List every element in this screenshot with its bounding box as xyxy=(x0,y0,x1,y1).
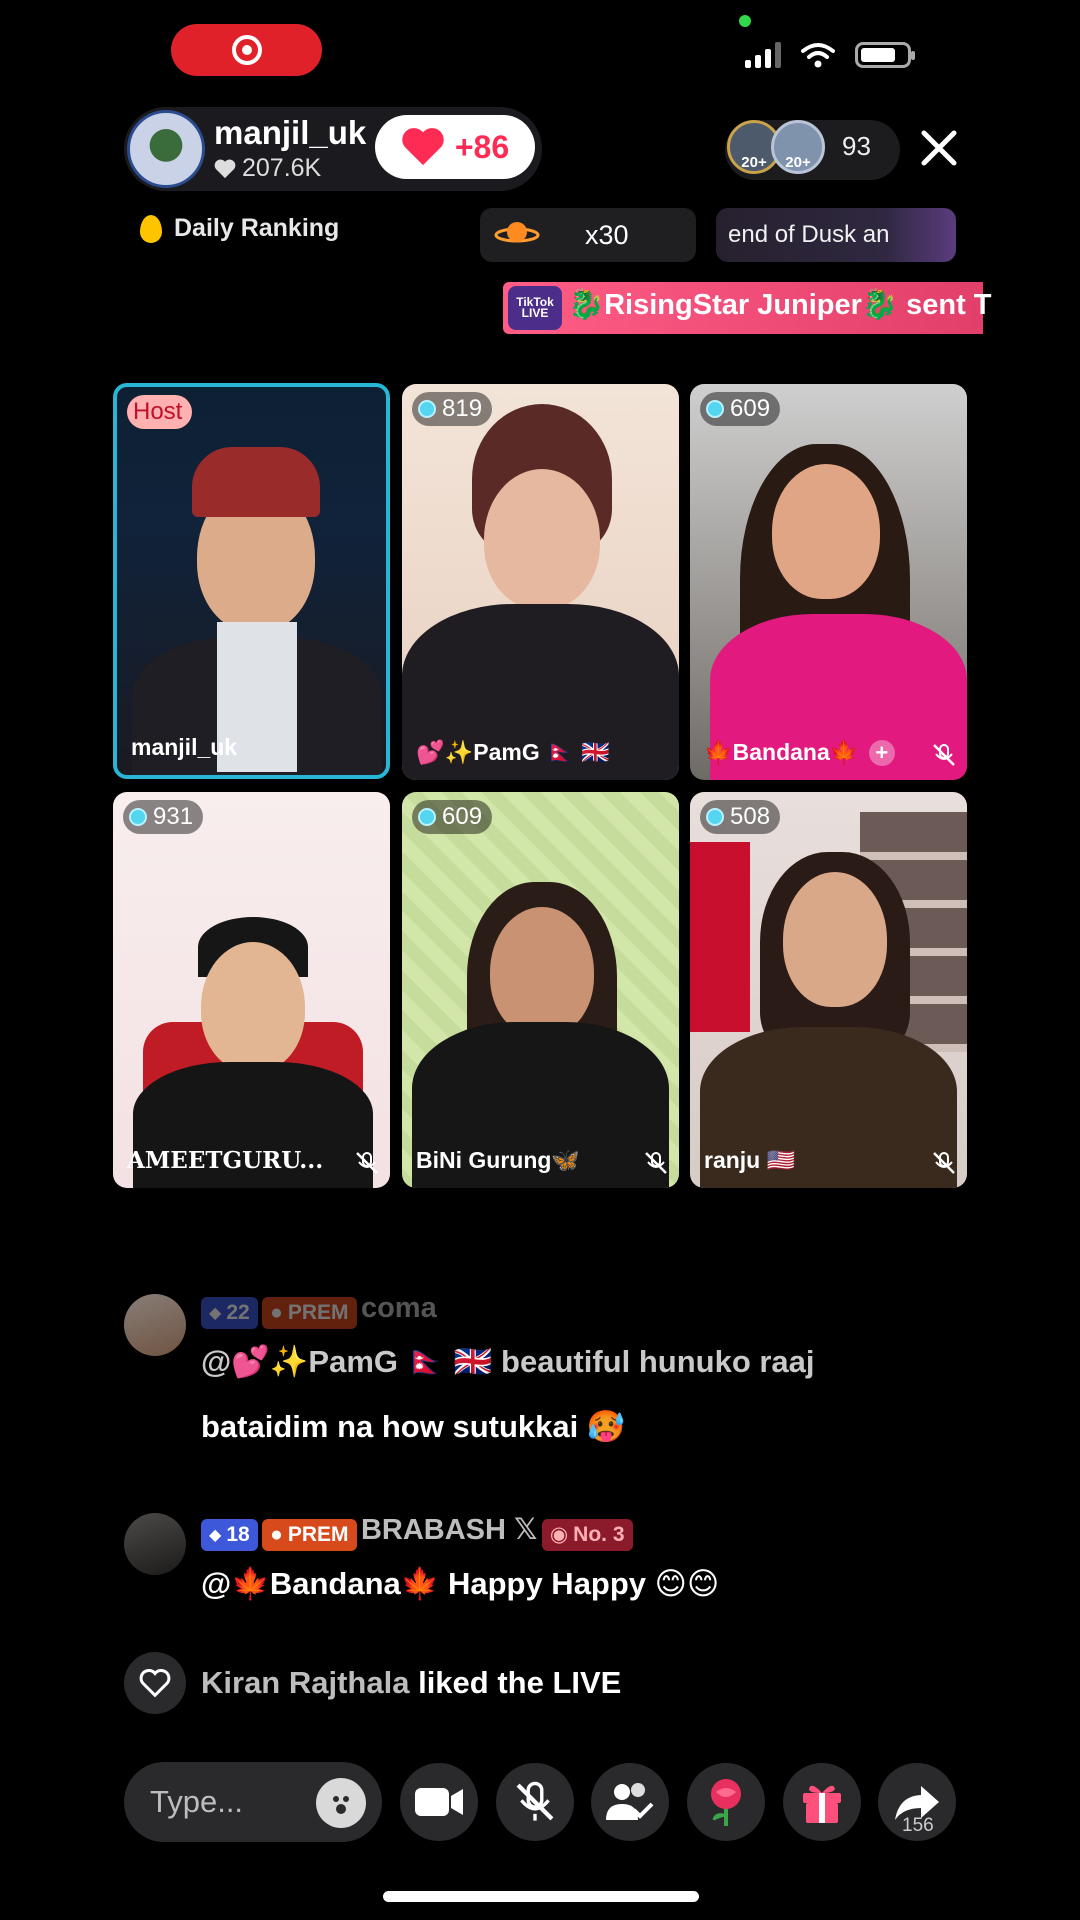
nepal-flag xyxy=(690,842,750,1032)
ranking-icon: ◉ xyxy=(549,1523,569,1547)
dhaka-topi xyxy=(192,447,320,517)
mic-off-icon xyxy=(645,1152,667,1174)
heart-icon xyxy=(402,128,444,166)
rank-badge: ◉ No. 3 xyxy=(541,1518,633,1551)
record-icon xyxy=(231,35,262,65)
camera-in-use-dot xyxy=(739,15,751,27)
comment-input-placeholder[interactable]: Type... xyxy=(150,1784,243,1820)
guests-icon xyxy=(606,1783,654,1820)
gem-icon: ◆ xyxy=(209,1526,222,1544)
comment-text: @🍁Bandana🍁 Happy Happy 😊😊 xyxy=(201,1566,720,1601)
rose-icon xyxy=(711,1779,741,1826)
system-status-icons xyxy=(745,42,915,68)
participant-tile-6[interactable]: 508 ranju 🇺🇸 xyxy=(690,792,967,1188)
heart-count: +86 xyxy=(454,128,510,165)
ticker-text: end of Dusk an xyxy=(728,221,890,248)
planet-icon xyxy=(494,222,540,243)
participant-name: 🍁Bandana🍁 + xyxy=(704,739,895,766)
level-badge: ◆ 22 xyxy=(201,1296,258,1329)
top-viewer-avatar-2[interactable]: 20+ xyxy=(771,120,825,174)
host-likes: 207.6K xyxy=(214,154,321,183)
comment-header: ◆ 18 ● PREM BRABASH 𝕏 ◉ No. 3 xyxy=(201,1512,633,1551)
share-button[interactable]: 156 xyxy=(878,1763,956,1841)
home-indicator[interactable] xyxy=(383,1891,699,1902)
host-name[interactable]: manjil_uk xyxy=(214,114,366,152)
emoji-icon[interactable] xyxy=(316,1778,366,1828)
like-event-user[interactable]: Kiran Rajthala xyxy=(201,1665,409,1700)
comment-username[interactable]: BRABASH 𝕏 xyxy=(361,1514,537,1546)
participant-name: BiNi Gurung🦋 xyxy=(416,1147,581,1173)
host-avatar[interactable] xyxy=(127,110,205,188)
commenter-avatar[interactable] xyxy=(124,1294,186,1356)
participant-name: AMEETGURU... xyxy=(127,1147,324,1174)
guests-button[interactable] xyxy=(591,1763,669,1841)
gem-icon xyxy=(129,808,147,826)
battery-icon xyxy=(855,42,915,68)
camera-button[interactable] xyxy=(400,1763,478,1841)
participant-tile-3[interactable]: 609 🍁Bandana🍁 + xyxy=(690,384,967,780)
participant-tile-2[interactable]: 819 💕✨PamG 🇳🇵 🇬🇧 xyxy=(402,384,679,780)
rose-gift-button[interactable] xyxy=(687,1763,765,1841)
level-badge: ◆ 18 xyxy=(201,1518,258,1551)
gem-icon xyxy=(706,400,724,418)
commenter-avatar[interactable] xyxy=(124,1513,186,1575)
camera-icon xyxy=(415,1788,463,1816)
daily-ranking-button[interactable]: Daily Ranking xyxy=(140,214,339,243)
heart-icon xyxy=(214,159,236,178)
prem-icon: ● xyxy=(270,1300,283,1324)
score-badge: 508 xyxy=(700,800,781,834)
comment-input-pill[interactable]: Type... xyxy=(124,1762,382,1842)
participant-name: ranju 🇺🇸 xyxy=(704,1147,796,1173)
heart-icon xyxy=(139,1668,171,1698)
score-badge: 931 xyxy=(123,800,204,834)
follow-heart-button[interactable]: +86 xyxy=(375,115,535,179)
comment-text: @💕✨PamG 🇳🇵 🇬🇧 beautiful hunuko raaj xyxy=(201,1344,815,1379)
participant-tile-4[interactable]: 931 AMEETGURU... xyxy=(113,792,390,1188)
gift-banner-text: 🐉RisingStar Juniper🐉 sent T xyxy=(568,289,992,321)
daily-ranking-label: Daily Ranking xyxy=(174,214,340,242)
gift-multiplier: x30 xyxy=(585,220,629,250)
like-event-text: liked the LIVE xyxy=(418,1665,622,1700)
mic-off-icon xyxy=(356,1152,378,1174)
flame-icon xyxy=(140,214,162,243)
like-event-icon-wrap xyxy=(124,1652,186,1714)
score-badge: 819 xyxy=(412,392,493,426)
mic-off-icon xyxy=(933,1152,955,1174)
like-event: Kiran Rajthala liked the LIVE xyxy=(201,1665,621,1701)
comment-username[interactable]: coma xyxy=(361,1292,437,1324)
gem-icon xyxy=(706,808,724,826)
prem-badge: ● PREM xyxy=(262,1518,357,1551)
participant-tile-5[interactable]: 609 BiNi Gurung🦋 xyxy=(402,792,679,1188)
mic-button[interactable] xyxy=(496,1763,574,1841)
participant-name: manjil_uk xyxy=(131,734,238,760)
score-badge: 609 xyxy=(412,800,493,834)
gem-icon xyxy=(418,808,436,826)
participant-name: 💕✨PamG 🇳🇵 🇬🇧 xyxy=(416,739,610,765)
close-icon[interactable] xyxy=(918,127,960,169)
viewer-count[interactable]: 93 xyxy=(842,131,871,162)
prem-badge: ● PREM xyxy=(262,1296,357,1329)
add-icon: + xyxy=(868,740,895,766)
gem-icon: ◆ xyxy=(209,1304,222,1322)
signal-icon xyxy=(745,42,781,68)
comment-text: bataidim na how sutukkai 🥵 xyxy=(201,1409,626,1444)
score-badge: 609 xyxy=(700,392,781,426)
gem-icon xyxy=(418,400,436,418)
participant-tile-host[interactable]: Host manjil_uk xyxy=(113,383,390,779)
share-count: 156 xyxy=(902,1815,934,1836)
wifi-icon xyxy=(801,43,835,68)
prem-icon: ● xyxy=(270,1522,283,1546)
mic-off-icon xyxy=(516,1781,554,1821)
screen-recording-indicator[interactable] xyxy=(171,24,322,76)
gift-icon xyxy=(803,1785,841,1823)
gift-button[interactable] xyxy=(783,1763,861,1841)
comment-header: ◆ 22 ● PREM coma xyxy=(201,1292,437,1329)
host-likes-count: 207.6K xyxy=(242,154,322,182)
host-badge: Host xyxy=(127,395,193,429)
mic-off-icon xyxy=(933,744,955,766)
tiktok-live-badge: TikTok LIVE xyxy=(508,286,562,330)
